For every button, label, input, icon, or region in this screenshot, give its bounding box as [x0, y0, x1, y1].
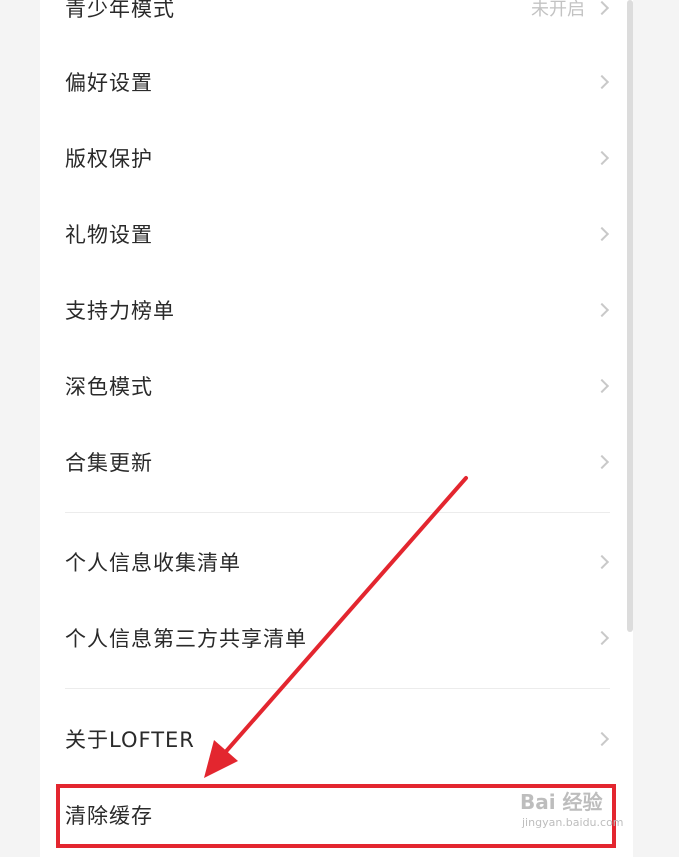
annotation-arrow [204, 476, 468, 778]
watermark-url: jingyan.baidu.com [522, 816, 624, 829]
watermark: Bai 经验 jingyan.baidu.com [520, 786, 640, 834]
watermark-logo: Bai 经验 [520, 790, 603, 814]
